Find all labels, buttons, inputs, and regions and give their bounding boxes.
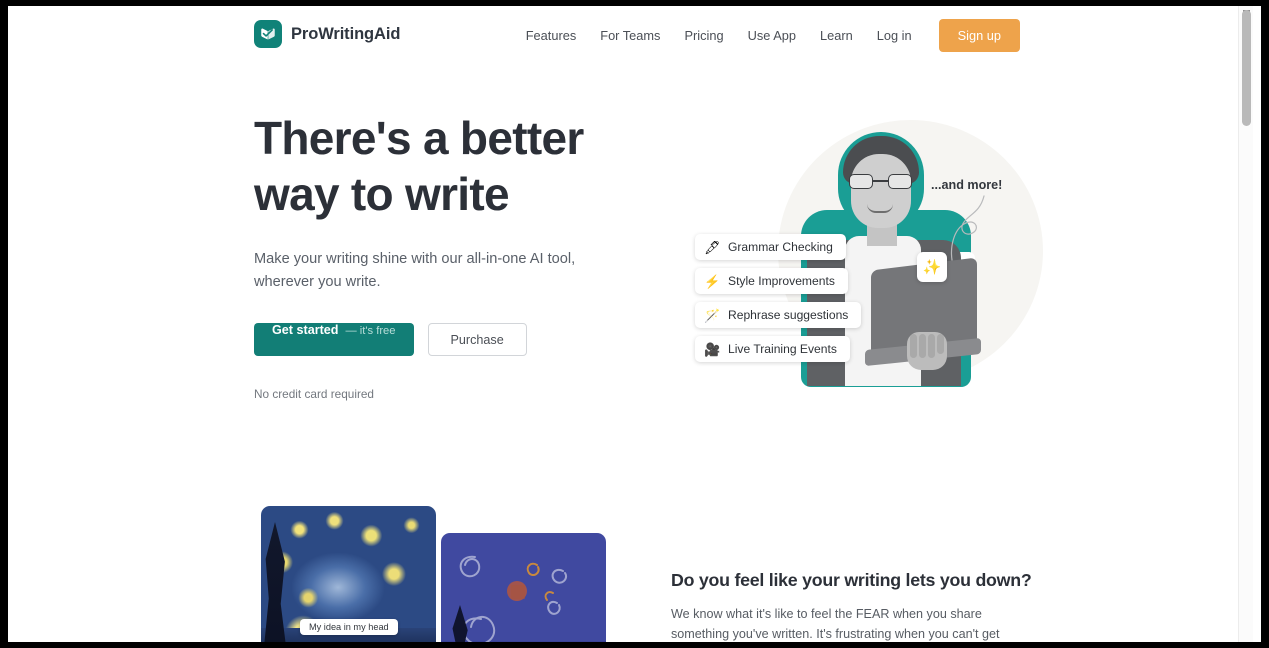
hero-cta-group: Get started — it's free Purchase — [254, 323, 634, 356]
hero-copy: There's a better way to write Make your … — [254, 110, 634, 401]
purchase-button[interactable]: Purchase — [427, 323, 527, 356]
feature-chip-label: Live Training Events — [728, 342, 837, 356]
feature-chip-rephrase-suggestions[interactable]: 🪄 Rephrase suggestions — [695, 302, 862, 328]
and-more-label: ...and more! — [931, 178, 1003, 192]
brand-logo[interactable]: ProWritingAid — [254, 20, 400, 48]
nav-item-log-in[interactable]: Log in — [865, 21, 924, 50]
pen-icon: 🖋 — [704, 239, 721, 255]
lower-section-copy: Do you feel like your writing lets you d… — [671, 570, 1032, 642]
page-title: There's a better way to write — [254, 110, 634, 222]
doodle-version-image — [441, 533, 606, 642]
nav-item-use-app[interactable]: Use App — [736, 21, 808, 50]
hero-subtitle: Make your writing shine with our all-in-… — [254, 251, 576, 290]
curly-pointer-line-icon — [950, 195, 985, 261]
starry-night-comparison-graphic: My idea in my head — [254, 501, 606, 642]
starry-night-caption: My idea in my head — [300, 619, 398, 635]
scrollbar-thumb[interactable] — [1242, 10, 1251, 126]
feature-chip-label: Grammar Checking — [728, 240, 833, 254]
page-viewport: ProWritingAid Features For Teams Pricing… — [8, 6, 1261, 642]
hero-title-line-2: way to write — [254, 168, 510, 220]
brand-name: ProWritingAid — [291, 24, 401, 43]
magic-wand-icon: 🪄 — [704, 307, 721, 323]
site-header: ProWritingAid Features For Teams Pricing… — [8, 6, 1253, 62]
sign-up-button[interactable]: Sign up — [938, 19, 1020, 52]
nav-item-features[interactable]: Features — [514, 21, 589, 50]
feature-chip-grammar-checking[interactable]: 🖋 Grammar Checking — [695, 234, 846, 260]
feature-chip-style-improvements[interactable]: ⚡ Style Improvements — [695, 268, 848, 294]
nav-item-learn[interactable]: Learn — [808, 21, 865, 50]
nav-item-pricing[interactable]: Pricing — [672, 21, 735, 50]
get-started-button[interactable]: Get started — it's free — [254, 323, 414, 356]
webpage-content: ProWritingAid Features For Teams Pricing… — [8, 6, 1253, 642]
prowritingaid-book-logo-icon — [254, 20, 282, 48]
feature-chip-label: Style Improvements — [728, 274, 835, 288]
page-scrollbar[interactable] — [1238, 6, 1253, 642]
main-navigation: Features For Teams Pricing Use App Learn… — [514, 19, 1020, 52]
browser-window: ProWritingAid Features For Teams Pricing… — [0, 0, 1269, 648]
feature-chip-label: Rephrase suggestions — [728, 308, 849, 322]
lower-section-heading: Do you feel like your writing lets you d… — [671, 570, 1032, 590]
lower-section-body: We know what it's like to feel the FEAR … — [671, 607, 1000, 641]
feature-chip-list: 🖋 Grammar Checking ⚡ Style Improvements … — [695, 234, 862, 362]
no-credit-card-note: No credit card required — [254, 387, 374, 401]
get-started-label: Get started — [272, 323, 339, 337]
movie-camera-icon: 🎥 — [704, 341, 721, 357]
lightning-icon: ⚡ — [704, 273, 721, 289]
nav-item-for-teams[interactable]: For Teams — [588, 21, 672, 50]
get-started-note: — it's free — [345, 325, 396, 337]
hero-title-line-1: There's a better — [254, 112, 584, 164]
feature-chip-live-training-events[interactable]: 🎥 Live Training Events — [695, 336, 850, 362]
hero-illustration: ✨ ...and more! 🖋 Grammar Checking ⚡ Styl… — [668, 102, 1043, 402]
